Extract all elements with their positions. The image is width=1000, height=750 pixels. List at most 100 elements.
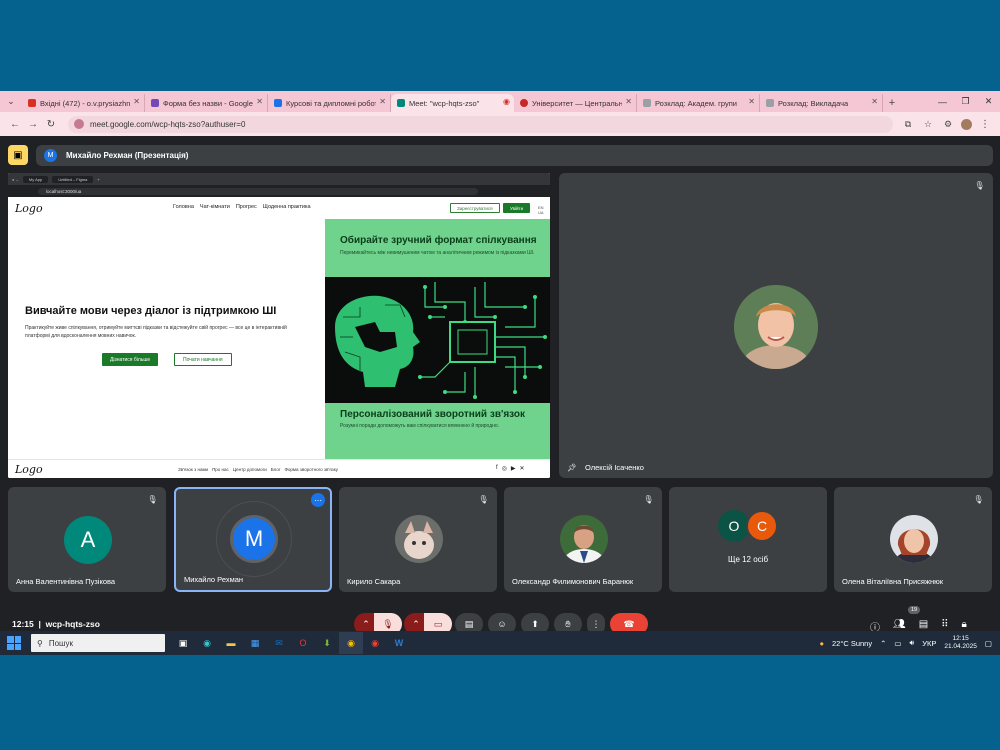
youtube-icon: ▶ xyxy=(510,466,516,472)
reload-icon[interactable]: ↻ xyxy=(42,115,60,133)
mic-off-icon: 🎙︎ xyxy=(973,495,984,504)
participant-photo xyxy=(560,515,608,563)
close-icon[interactable]: ✕ xyxy=(133,97,140,106)
windows-start-icon[interactable] xyxy=(7,636,21,650)
tab-search-icon[interactable]: ⌄ xyxy=(0,91,22,112)
browser-tab-active[interactable]: Meet: "wcp-hqts-zso" ◉ xyxy=(391,94,514,112)
task-view-icon[interactable]: ▣ xyxy=(171,632,195,654)
avatar: M xyxy=(44,149,57,162)
restore-icon[interactable]: ❐ xyxy=(954,91,977,112)
weather-text[interactable]: 22°C Sunny xyxy=(832,639,872,648)
close-icon[interactable]: ✕ xyxy=(379,97,386,106)
participant-tile[interactable]: 🎙︎ Кирило Сакара xyxy=(339,487,497,592)
word-icon[interactable]: W xyxy=(387,632,411,654)
more-options-icon[interactable]: ⋯ xyxy=(311,493,325,507)
shared-address-bar: localhost:3000/ua xyxy=(8,185,550,197)
footer-logo: Logo xyxy=(15,463,43,476)
ai-head-illustration xyxy=(325,277,550,403)
system-tray: ● 22°C Sunny ⌃ ▭ 🔊︎ УКР 12:15 21.04.2025… xyxy=(819,631,992,655)
nav-item: Чат-кімнати xyxy=(199,204,230,210)
search-icon: ⚲ xyxy=(37,638,43,648)
participant-name: Кирило Сакара xyxy=(347,577,401,586)
browser-tab[interactable]: Університет — Центральноук✕ xyxy=(514,94,637,112)
translate-icon[interactable]: ⧉ xyxy=(899,115,917,133)
network-icon[interactable]: ▭ xyxy=(894,639,901,648)
participant-tile[interactable]: 🎙︎ A Анна Валентинівна Пузікова xyxy=(8,487,166,592)
site-info-icon[interactable] xyxy=(74,119,84,129)
participant-tile[interactable]: 🎙︎ Олександр Филимонович Баранюк xyxy=(504,487,662,592)
shared-url: localhost:3000/ua xyxy=(38,187,478,195)
new-tab-plus-icon[interactable]: + xyxy=(883,94,901,112)
pinned-participant-tile[interactable]: 🎙︎ 📌︎ Олексій Ісаченко xyxy=(559,173,993,478)
opera-icon[interactable]: O xyxy=(291,632,315,654)
gmail-icon xyxy=(28,99,36,107)
extensions-icon[interactable]: ⚙ xyxy=(939,115,957,133)
participant-tile-active[interactable]: ⋯ M Михайло Рехман xyxy=(174,487,332,592)
taskbar-clock[interactable]: 12:15 21.04.2025 xyxy=(944,635,977,652)
start-learning-button: Почати навчання xyxy=(174,353,232,366)
university-icon xyxy=(520,99,528,107)
footer-link: Форма зворотного зв'язку xyxy=(284,467,338,472)
presentation-icon[interactable]: ▣ xyxy=(8,145,28,165)
browser-tab[interactable]: Розклад: Академ. групи ✕ xyxy=(637,94,760,112)
recording-icon[interactable]: ◉ xyxy=(503,97,510,106)
avatar: A xyxy=(64,516,112,564)
participant-photo xyxy=(890,515,938,563)
address-bar[interactable]: meet.google.com/wcp-hqts-zso?authuser=0 xyxy=(68,115,893,133)
browser-toolbar: ← → ↻ meet.google.com/wcp-hqts-zso?authu… xyxy=(0,112,1000,136)
forms-icon xyxy=(151,99,159,107)
footer-link: Блог xyxy=(270,467,281,472)
close-window-icon[interactable]: ✕ xyxy=(977,91,1000,112)
participant-name: Михайло Рехман xyxy=(184,575,244,584)
shared-tab: My App xyxy=(22,175,49,183)
store-icon[interactable]: ▦ xyxy=(243,632,267,654)
browser-tab[interactable]: Розклад: Викладача ✕ xyxy=(760,94,883,112)
profile-avatar[interactable] xyxy=(961,118,972,130)
presenter-label: Михайло Рехман (Презентація) xyxy=(66,151,189,160)
screen: ⌄ Вхідні (472) - o.v.prysiazhniuk@✕ Форм… xyxy=(0,91,1000,655)
torrent-icon[interactable]: ⬇ xyxy=(315,632,339,654)
minimize-icon[interactable]: — xyxy=(931,91,954,112)
doc-icon xyxy=(274,99,282,107)
outlook-icon[interactable]: ✉ xyxy=(267,632,291,654)
browser-tab[interactable]: Форма без назви - Google Фор✕ xyxy=(145,94,268,112)
close-icon[interactable]: ✕ xyxy=(871,97,878,106)
volume-icon[interactable]: 🔊︎ xyxy=(909,638,914,648)
taskbar-search-input[interactable]: ⚲ Пошук xyxy=(31,634,165,652)
file-explorer-icon[interactable]: ▬ xyxy=(219,632,243,654)
close-icon[interactable]: ✕ xyxy=(256,97,263,106)
feature-text: Перемикайтесь між невимушеним чатом та а… xyxy=(340,250,535,256)
site-nav: Головна Чат-кімнати Прогрес Щоденна прак… xyxy=(173,204,311,210)
more-participants-tile[interactable]: O C Ще 12 осіб xyxy=(669,487,827,592)
page-icon xyxy=(766,99,774,107)
browser-tab[interactable]: Курсові та дипломні роботи "✕ xyxy=(268,94,391,112)
input-language[interactable]: УКР xyxy=(922,639,936,648)
avatar: C xyxy=(746,510,778,542)
tray-overflow-icon[interactable]: ⌃ xyxy=(880,639,886,648)
more-menu-icon[interactable]: ⋮ xyxy=(976,115,994,133)
language-switch: EN UA xyxy=(538,205,544,215)
shared-page: Logo Головна Чат-кімнати Прогрес Щоденна… xyxy=(8,197,550,478)
presenter-bar[interactable]: M Михайло Рехман (Презентація) xyxy=(36,145,993,166)
site-footer: Logo Зв'язок з нами Про нас Центр допомо… xyxy=(8,459,550,478)
weather-icon[interactable]: ● xyxy=(819,639,824,648)
mic-off-icon: 🎙︎ xyxy=(478,495,489,504)
avatar: M xyxy=(230,515,278,563)
participant-photo xyxy=(395,515,443,563)
bookmark-star-icon[interactable]: ☆ xyxy=(919,115,937,133)
footer-link: Зв'язок з нами xyxy=(178,467,209,472)
edge-icon[interactable]: ◉ xyxy=(195,632,219,654)
chrome-profile-icon[interactable]: ◉ xyxy=(363,632,387,654)
browser-tab[interactable]: Вхідні (472) - o.v.prysiazhniuk@✕ xyxy=(22,94,145,112)
feature-title: Обирайте зручний формат спілкування xyxy=(340,235,537,246)
back-arrow-icon[interactable]: ← xyxy=(6,115,24,133)
close-icon[interactable]: ✕ xyxy=(625,97,632,106)
social-icons: f ◎ ▶ ✕ xyxy=(496,465,525,472)
forward-arrow-icon[interactable]: → xyxy=(24,115,42,133)
notifications-icon[interactable]: ▢ xyxy=(985,639,992,648)
close-icon[interactable]: ✕ xyxy=(748,97,755,106)
participant-tile[interactable]: 🎙︎ Олена Віталіївна Присяжнюк xyxy=(834,487,992,592)
pin-icon[interactable]: 📌︎ xyxy=(567,463,577,472)
chrome-icon[interactable]: ◉ xyxy=(339,632,363,654)
tab-strip: ⌄ Вхідні (472) - o.v.prysiazhniuk@✕ Форм… xyxy=(0,91,1000,112)
